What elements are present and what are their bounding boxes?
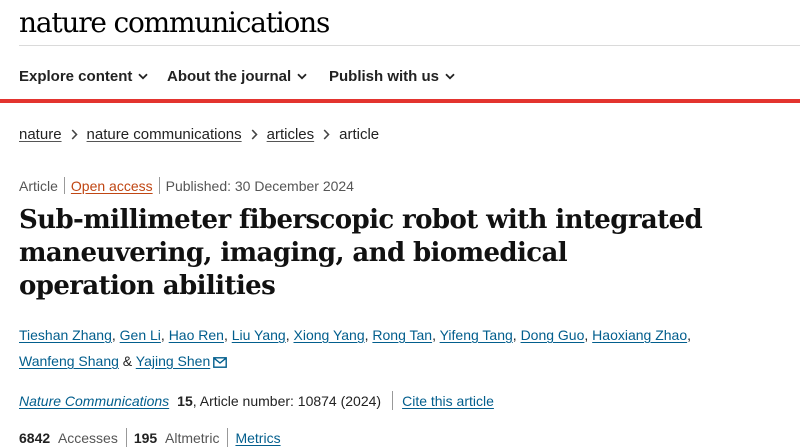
breadcrumb-nature-communications[interactable]: nature communications <box>87 126 242 143</box>
altmetric-count: 195 <box>133 429 158 446</box>
mail-icon[interactable] <box>213 357 228 368</box>
author-separator: , <box>432 327 436 343</box>
site-header: nature communications <box>19 0 800 46</box>
cite-this-article-link[interactable]: Cite this article <box>402 393 494 409</box>
article-title: Sub-millimeter fiberscopic robot with in… <box>19 205 703 301</box>
author-separator: , <box>223 327 228 343</box>
metrics-divider <box>227 428 229 447</box>
author-separator: , <box>687 327 692 343</box>
author-link-corresponding[interactable]: Yajing Shen <box>136 353 210 369</box>
meta-divider <box>158 177 160 194</box>
chevron-right-icon <box>323 129 330 140</box>
chevron-down-icon <box>297 73 307 80</box>
author-separator: , <box>584 327 589 343</box>
citation-line: Nature Communications 15 , Article numbe… <box>19 391 494 410</box>
author-link[interactable]: Dong Guo <box>521 327 585 343</box>
main-nav: Explore content About the journal Publis… <box>0 46 800 103</box>
nav-about-journal-label: About the journal <box>167 68 292 85</box>
author-separator: , <box>364 327 369 343</box>
author-separator: , <box>512 327 517 343</box>
volume: 15 <box>177 392 193 409</box>
chevron-right-icon <box>71 129 78 140</box>
site-logo[interactable]: nature communications <box>19 6 330 39</box>
author-link[interactable]: Hao Ren <box>169 327 224 343</box>
breadcrumb-current: article <box>339 126 380 143</box>
author-link[interactable]: Rong Tan <box>372 327 432 343</box>
author-link[interactable]: Tieshan Zhang <box>19 327 112 343</box>
metrics-divider <box>125 428 127 447</box>
accesses-count: 6842 <box>19 429 51 446</box>
altmetric-label: Altmetric <box>165 429 220 446</box>
author-separator: , <box>160 327 165 343</box>
journal-link[interactable]: Nature Communications <box>19 393 169 409</box>
author-link[interactable]: Haoxiang Zhao <box>592 327 687 343</box>
chevron-right-icon <box>251 129 258 140</box>
nav-about-journal[interactable]: About the journal <box>167 68 307 85</box>
metrics-line: 6842 Accesses 195 Altmetric Metrics <box>19 428 281 447</box>
article-meta: Article Open access Published: 30 Decemb… <box>19 177 354 194</box>
breadcrumb-articles[interactable]: articles <box>267 126 315 143</box>
published-date: Published: 30 December 2024 <box>165 177 354 194</box>
meta-divider <box>63 177 65 194</box>
author-link[interactable]: Gen Li <box>120 327 161 343</box>
article-type: Article <box>19 177 58 194</box>
author-list: Tieshan Zhang, Gen Li, Hao Ren, Liu Yang… <box>19 322 739 374</box>
nav-explore-content[interactable]: Explore content <box>19 68 148 85</box>
author-separator: , <box>111 327 116 343</box>
open-access-link[interactable]: Open access <box>71 178 153 194</box>
breadcrumb: nature nature communications articles ar… <box>19 126 379 143</box>
metrics-link[interactable]: Metrics <box>235 430 280 446</box>
accesses-label: Accesses <box>57 429 118 446</box>
chevron-down-icon <box>138 73 148 80</box>
nav-publish-with-us-label: Publish with us <box>329 68 440 85</box>
author-link[interactable]: Yifeng Tang <box>440 327 513 343</box>
nav-publish-with-us[interactable]: Publish with us <box>329 68 455 85</box>
chevron-down-icon <box>445 73 455 80</box>
article-number: , Article number: 10874 (2024) <box>192 392 382 409</box>
author-and: & <box>122 353 133 369</box>
author-link[interactable]: Liu Yang <box>232 327 286 343</box>
nav-explore-content-label: Explore content <box>19 68 133 85</box>
author-separator: , <box>285 327 290 343</box>
citation-divider <box>392 391 394 410</box>
author-link[interactable]: Wanfeng Shang <box>19 353 119 369</box>
breadcrumb-nature[interactable]: nature <box>19 126 62 143</box>
author-link[interactable]: Xiong Yang <box>294 327 365 343</box>
